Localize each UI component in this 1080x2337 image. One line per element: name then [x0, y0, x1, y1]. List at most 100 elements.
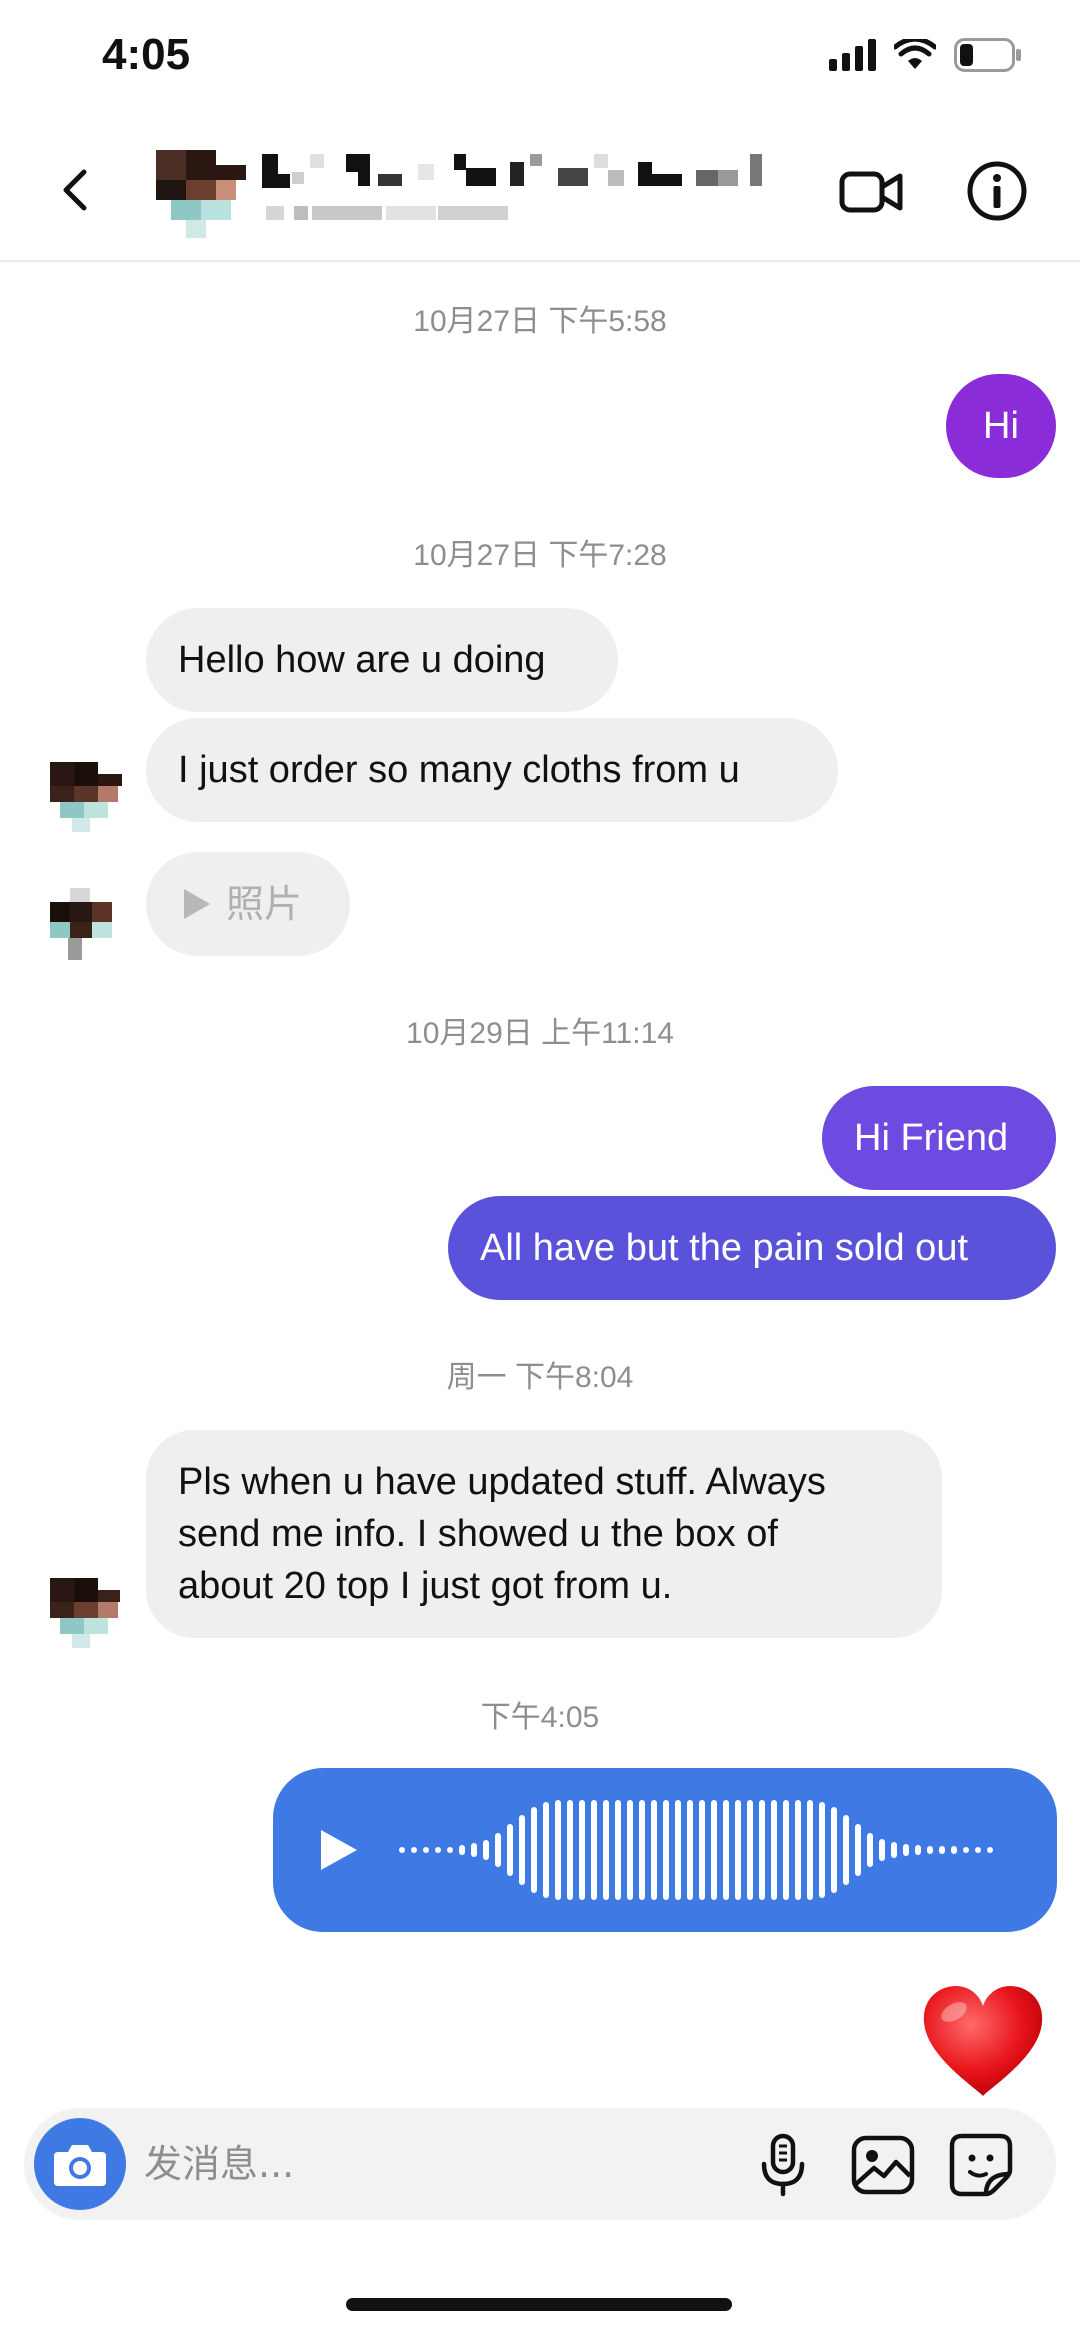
waveform-bar [579, 1800, 585, 1900]
waveform-bar [555, 1800, 561, 1900]
contact-name-block[interactable] [258, 154, 818, 244]
waveform-bar [915, 1845, 921, 1855]
waveform-bar [771, 1800, 777, 1900]
status-time: 4:05 [102, 30, 191, 79]
waveform-bar [471, 1843, 477, 1857]
thread-header [0, 120, 1080, 262]
waveform-bar [687, 1800, 693, 1900]
waveform-bar [675, 1800, 681, 1900]
waveform-bar [711, 1800, 717, 1900]
message-text: Hello how are u doing [178, 639, 546, 681]
waveform-bar [507, 1824, 513, 1876]
battery-icon [954, 38, 1021, 72]
voice-waveform[interactable] [393, 1768, 1013, 1932]
waveform-bar [867, 1833, 873, 1867]
status-bar: 4:05 [0, 0, 1080, 120]
info-icon[interactable] [962, 156, 1032, 226]
waveform-bar [891, 1842, 897, 1858]
waveform-bar [879, 1839, 885, 1861]
waveform-bar [567, 1800, 573, 1900]
waveform-bar [639, 1800, 645, 1900]
waveform-bar [975, 1847, 981, 1853]
camera-button[interactable] [34, 2118, 126, 2210]
waveform-bar [663, 1800, 669, 1900]
play-icon [184, 889, 210, 919]
timestamp: 10月27日 下午7:28 [413, 539, 667, 572]
waveform-bar [519, 1815, 525, 1885]
camera-icon [54, 2145, 106, 2186]
outgoing-message[interactable]: All have but the pain sold out [448, 1196, 1056, 1300]
timestamp: 周一 下午8:04 [446, 1361, 634, 1394]
message-text: I just order so many cloths from u [178, 749, 740, 791]
waveform-bar [939, 1846, 945, 1854]
waveform-bar [447, 1847, 453, 1853]
waveform-bar [495, 1833, 501, 1867]
sender-avatar[interactable] [50, 1578, 122, 1650]
message-list[interactable]: 10月27日 下午5:58 Hi 10月27日 下午7:28 Hello how… [0, 262, 1080, 2102]
gallery-icon[interactable] [848, 2130, 918, 2200]
message-input[interactable] [144, 2134, 744, 2194]
wifi-icon [894, 39, 936, 69]
waveform-bar [423, 1847, 429, 1853]
microphone-icon[interactable] [748, 2130, 818, 2200]
waveform-bar [411, 1847, 417, 1853]
timestamp: 下午4:05 [480, 1701, 600, 1734]
status-icons [829, 38, 1022, 72]
waveform-bar [591, 1800, 597, 1900]
back-chevron-icon[interactable] [50, 160, 110, 220]
sticker-icon[interactable] [946, 2130, 1016, 2200]
waveform-bar [819, 1802, 825, 1898]
incoming-message[interactable]: Pls when u have updated stuff. Always se… [146, 1430, 942, 1638]
message-line: Pls when u have updated stuff. Always [178, 1461, 826, 1503]
message-composer [24, 2108, 1056, 2220]
incoming-photo-message[interactable]: 照片 [146, 852, 350, 956]
message-line: about 20 top I just got from u. [178, 1565, 673, 1607]
outgoing-message[interactable]: Hi [946, 374, 1056, 478]
waveform-bar [483, 1840, 489, 1860]
message-text: Hi Friend [854, 1117, 1009, 1159]
waveform-bar [735, 1800, 741, 1900]
waveform-bar [759, 1800, 765, 1900]
dm-thread-screen: 4:05 10月27日 下午5:58 Hi 10月27日 下午7:28 Hell… [0, 0, 1080, 2337]
waveform-bar [951, 1846, 957, 1854]
waveform-bar [459, 1845, 465, 1855]
waveform-bar [603, 1800, 609, 1900]
outgoing-message[interactable]: Hi Friend [822, 1086, 1056, 1190]
waveform-bar [543, 1802, 549, 1898]
waveform-bar [807, 1800, 813, 1900]
waveform-bar [963, 1847, 969, 1853]
incoming-message[interactable]: I just order so many cloths from u [146, 718, 838, 822]
heart-reaction-icon[interactable] [918, 1982, 1048, 2102]
waveform-bar [843, 1815, 849, 1885]
message-text: Hi [983, 405, 1019, 447]
waveform-bar [783, 1800, 789, 1900]
waveform-bar [627, 1800, 633, 1900]
waveform-bar [747, 1800, 753, 1900]
waveform-bar [651, 1800, 657, 1900]
waveform-bar [435, 1847, 441, 1853]
waveform-bar [699, 1800, 705, 1900]
message-text: All have but the pain sold out [480, 1227, 969, 1269]
home-indicator[interactable] [346, 2298, 732, 2311]
sender-avatar[interactable] [50, 762, 122, 834]
sender-avatar[interactable] [50, 888, 122, 960]
voice-message[interactable] [273, 1768, 1057, 1932]
redacted-name-pixels [262, 154, 762, 220]
timestamp: 10月27日 下午5:58 [413, 305, 667, 338]
waveform-bar [903, 1844, 909, 1856]
play-voice-icon[interactable] [317, 1826, 361, 1874]
waveform-bar [399, 1847, 405, 1853]
waveform-bar [927, 1846, 933, 1854]
waveform-bar [795, 1800, 801, 1900]
message-line: send me info. I showed u the box of [178, 1513, 778, 1555]
waveform-bar [615, 1800, 621, 1900]
incoming-message[interactable]: Hello how are u doing [146, 608, 618, 712]
waveform-bar [531, 1807, 537, 1893]
waveform-bar [831, 1807, 837, 1893]
timestamp: 10月29日 上午11:14 [406, 1017, 674, 1050]
video-call-icon[interactable] [836, 156, 906, 226]
waveform-bar [987, 1847, 993, 1853]
contact-avatar[interactable] [156, 150, 246, 240]
waveform-bar [855, 1824, 861, 1876]
waveform-bar [723, 1800, 729, 1900]
